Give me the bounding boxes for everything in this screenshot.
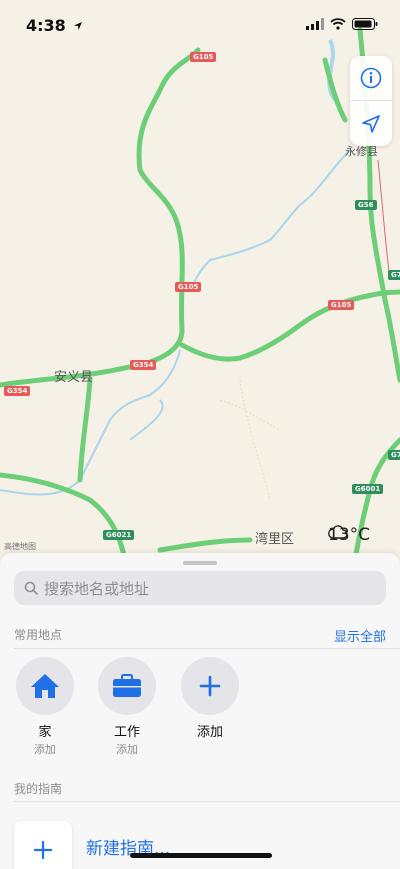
search-icon	[24, 581, 38, 595]
current-location-button[interactable]	[350, 101, 392, 146]
place-label-wanli[interactable]: 湾里区	[255, 528, 294, 547]
road-shield-g56: G56	[355, 200, 377, 210]
map-view[interactable]: 安义县 永修县 湾里区 G105 G105 G105 G354 G354 G56…	[0, 0, 400, 560]
favorite-work-sub: 添加	[116, 743, 138, 756]
sheet-grabber[interactable]	[183, 561, 217, 565]
search-placeholder: 搜索地名或地址	[44, 579, 150, 598]
new-guide-item[interactable]: 新建指南...	[14, 821, 386, 869]
location-arrow-icon	[362, 114, 380, 133]
house-icon	[31, 674, 59, 698]
new-guide-thumbnail	[14, 821, 72, 869]
cloud-icon	[328, 525, 348, 539]
road-shield-g105-mid: G105	[175, 282, 202, 292]
road-shield-g105-top: G105	[190, 52, 217, 62]
place-label-anyi[interactable]: 安义县	[54, 366, 93, 385]
favorite-add-label: 添加	[196, 725, 223, 740]
guides-title: 我的指南	[14, 782, 63, 796]
map-attribution[interactable]: 高德地图	[4, 541, 36, 552]
favorite-add-circle	[181, 657, 239, 715]
road-shield-g354-mid: G354	[130, 360, 157, 370]
road-shield-g6021: G6021	[103, 530, 135, 540]
clock-text: 4:38	[26, 16, 66, 35]
road-shield-g70-bottom: G70	[388, 450, 400, 460]
favorite-home[interactable]: 家 添加	[14, 657, 76, 757]
favorite-add[interactable]: 添加	[179, 657, 241, 740]
favorites-divider	[14, 648, 400, 649]
cellular-signal-icon	[306, 18, 324, 30]
road-shield-g6001: G6001	[352, 484, 384, 494]
briefcase-icon	[113, 674, 141, 697]
favorite-home-circle	[16, 657, 74, 715]
favorite-home-sub: 添加	[34, 743, 56, 756]
road-shield-g354-left: G354	[4, 386, 31, 396]
info-icon	[360, 67, 382, 89]
guides-divider	[14, 801, 400, 802]
home-indicator[interactable]	[130, 853, 272, 858]
favorite-home-label: 家	[38, 725, 52, 740]
bottom-sheet: 搜索地名或地址 常用地点 显示全部 家 添加 工作 添加 添加 我的指南 新建指…	[0, 553, 400, 869]
map-info-button[interactable]	[350, 56, 392, 101]
search-bar[interactable]: 搜索地名或地址	[14, 571, 386, 605]
show-all-link[interactable]: 显示全部	[334, 626, 386, 645]
location-arrow-icon	[74, 22, 83, 30]
favorite-work[interactable]: 工作 添加	[96, 657, 158, 757]
wifi-icon	[330, 18, 346, 30]
map-controls	[350, 56, 392, 146]
status-icons	[306, 18, 378, 30]
plus-icon	[33, 840, 53, 860]
weather-widget[interactable]: 13°C	[328, 525, 370, 545]
road-shield-g105-right: G105	[328, 300, 355, 310]
favorite-work-label: 工作	[113, 725, 140, 740]
favorite-work-circle	[98, 657, 156, 715]
road-shield-g70-top: G70	[388, 270, 400, 280]
plus-icon	[199, 675, 221, 697]
battery-icon	[352, 18, 378, 30]
favorites-title: 常用地点	[14, 628, 63, 642]
map-roads-layer	[0, 27, 400, 560]
status-bar: 4:38	[0, 0, 400, 48]
status-time: 4:38	[26, 16, 83, 35]
